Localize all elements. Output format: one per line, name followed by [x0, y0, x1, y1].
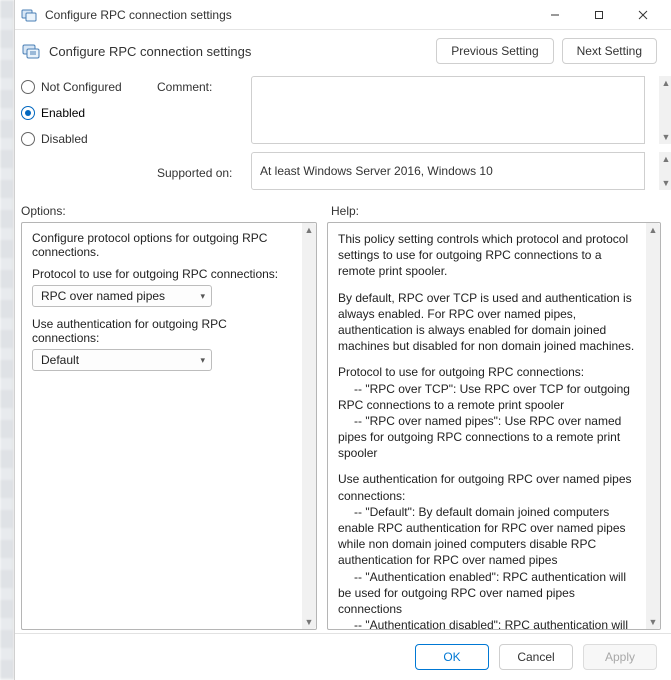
scroll-down-icon: ▼ — [659, 176, 671, 190]
supported-on-field: At least Windows Server 2016, Windows 10 — [251, 152, 645, 190]
options-panel: Configure protocol options for outgoing … — [21, 222, 317, 630]
background-ghost-column — [0, 0, 14, 680]
radio-label: Disabled — [41, 132, 88, 146]
close-button[interactable] — [621, 0, 665, 30]
help-paragraph: This policy setting controls which proto… — [338, 231, 636, 280]
options-label: Options: — [21, 204, 319, 218]
previous-setting-button[interactable]: Previous Setting — [436, 38, 553, 64]
section-labels: Options: Help: — [15, 196, 671, 222]
dialog-buttons: OK Cancel Apply — [15, 633, 671, 680]
titlebar: Configure RPC connection settings — [15, 0, 671, 30]
policy-state-area: Not Configured Enabled Disabled Comment:… — [15, 64, 671, 190]
radio-icon — [21, 80, 35, 94]
help-paragraph: Use authentication for outgoing RPC over… — [338, 471, 636, 629]
app-icon — [21, 7, 37, 23]
auth-label: Use authentication for outgoing RPC conn… — [32, 317, 292, 345]
radio-icon — [21, 132, 35, 146]
scroll-down-icon: ▼ — [659, 130, 671, 144]
help-text: This policy setting controls which proto… — [328, 223, 646, 629]
radio-enabled[interactable]: Enabled — [21, 106, 153, 120]
supported-on-label: Supported on: — [157, 162, 247, 180]
window-controls — [533, 0, 665, 30]
dialog-header: Configure RPC connection settings Previo… — [15, 30, 671, 64]
help-panel: This policy setting controls which proto… — [327, 222, 661, 630]
options-scrollbar[interactable]: ▲ ▼ — [302, 223, 316, 629]
maximize-button[interactable] — [577, 0, 621, 30]
dialog-title: Configure RPC connection settings — [49, 44, 436, 59]
next-setting-button[interactable]: Next Setting — [562, 38, 657, 64]
supported-scrollbar[interactable]: ▲ ▼ — [659, 152, 671, 190]
supported-on-value: At least Windows Server 2016, Windows 10 — [260, 164, 493, 178]
minimize-button[interactable] — [533, 0, 577, 30]
comment-label: Comment: — [157, 76, 247, 144]
scroll-up-icon: ▲ — [659, 76, 671, 90]
help-scrollbar[interactable]: ▲ ▼ — [646, 223, 660, 629]
radio-not-configured[interactable]: Not Configured — [21, 80, 153, 94]
protocol-combobox[interactable]: RPC over named pipes ▾ — [32, 285, 212, 307]
help-label: Help: — [331, 204, 359, 218]
window-title: Configure RPC connection settings — [45, 8, 533, 22]
comment-scrollbar[interactable]: ▲ ▼ — [659, 76, 671, 144]
ok-button[interactable]: OK — [415, 644, 489, 670]
policy-icon — [21, 41, 41, 61]
scroll-up-icon: ▲ — [302, 223, 316, 237]
dialog-window: Configure RPC connection settings Config… — [14, 0, 671, 680]
content-panels: Configure protocol options for outgoing … — [15, 222, 671, 630]
scroll-up-icon: ▲ — [646, 223, 660, 237]
radio-label: Not Configured — [41, 80, 122, 94]
scroll-down-icon: ▼ — [646, 615, 660, 629]
auth-value: Default — [41, 353, 79, 367]
apply-button[interactable]: Apply — [583, 644, 657, 670]
chevron-down-icon: ▾ — [200, 355, 205, 366]
chevron-down-icon: ▾ — [200, 291, 205, 302]
protocol-value: RPC over named pipes — [41, 289, 165, 303]
radio-disabled[interactable]: Disabled — [21, 132, 153, 146]
radio-icon — [21, 106, 35, 120]
radio-label: Enabled — [41, 106, 85, 120]
scroll-down-icon: ▼ — [302, 615, 316, 629]
help-paragraph: By default, RPC over TCP is used and aut… — [338, 290, 636, 355]
cancel-button[interactable]: Cancel — [499, 644, 573, 670]
auth-combobox[interactable]: Default ▾ — [32, 349, 212, 371]
comment-textarea[interactable] — [251, 76, 645, 144]
help-paragraph: Protocol to use for outgoing RPC connect… — [338, 364, 636, 461]
protocol-label: Protocol to use for outgoing RPC connect… — [32, 267, 292, 281]
scroll-up-icon: ▲ — [659, 152, 671, 166]
nav-buttons: Previous Setting Next Setting — [436, 38, 657, 64]
options-description: Configure protocol options for outgoing … — [32, 231, 292, 259]
